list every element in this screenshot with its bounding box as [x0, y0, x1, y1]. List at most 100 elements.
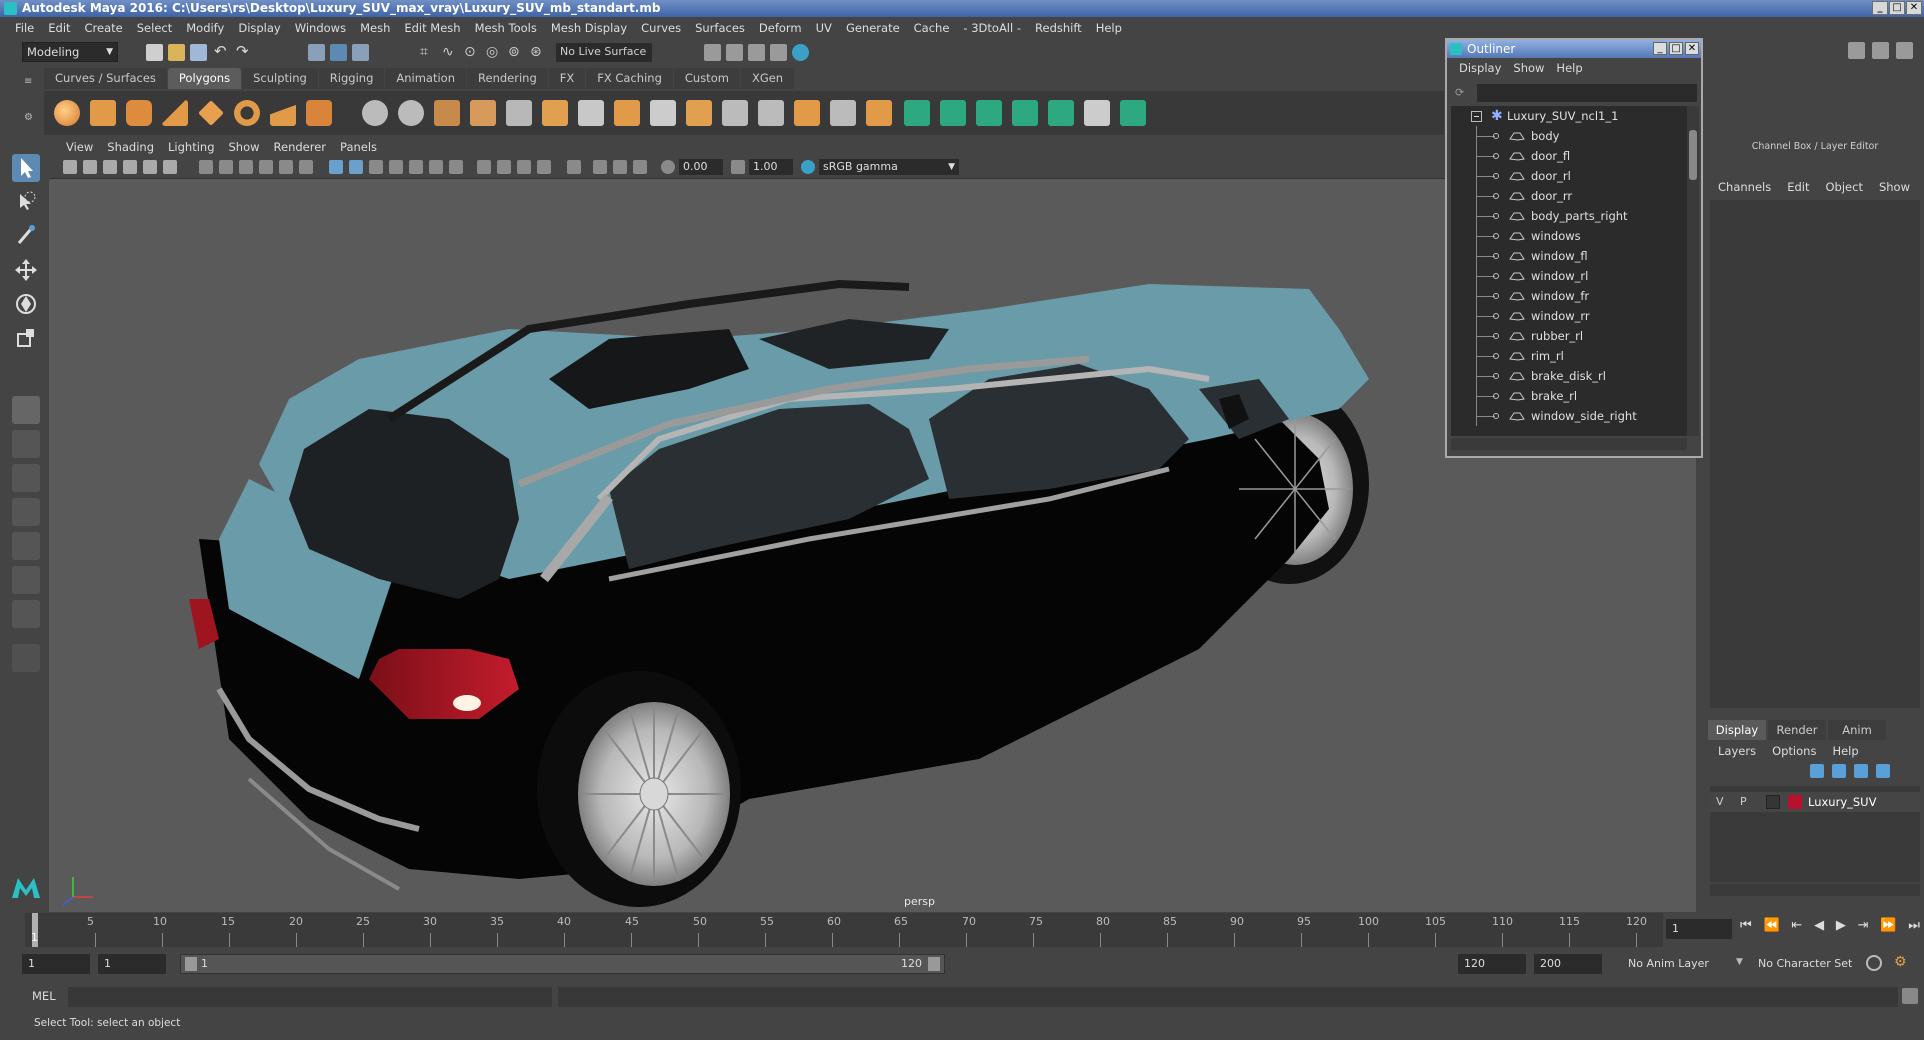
- poly-sphere-icon[interactable]: [54, 100, 80, 126]
- attribute-editor-icon[interactable]: [1872, 42, 1889, 59]
- xray-active-icon[interactable]: [613, 160, 627, 174]
- outliner-root-row[interactable]: ✱ Luxury_SUV_ncl1_1: [1451, 106, 1687, 126]
- animation-start-field[interactable]: 1: [22, 954, 90, 974]
- outliner-item-row[interactable]: rubber_rl: [1451, 326, 1687, 346]
- outliner-close-button[interactable]: ✕: [1685, 42, 1699, 55]
- preferences-icon[interactable]: ⚙: [1894, 955, 1910, 971]
- outliner-search-input[interactable]: [1477, 84, 1697, 102]
- spherical-uv-icon[interactable]: [976, 100, 1002, 126]
- modeling-toolkit-icon[interactable]: [1848, 42, 1865, 59]
- range-end-handle[interactable]: [928, 957, 940, 971]
- select-object-icon[interactable]: [330, 44, 347, 61]
- automatic-uv-icon[interactable]: [1012, 100, 1038, 126]
- gamma-field[interactable]: 1.00: [749, 159, 793, 175]
- menu-mesh[interactable]: Mesh: [353, 21, 397, 35]
- single-perspective-layout-icon[interactable]: [12, 396, 40, 424]
- insert-edge-loop-icon[interactable]: [722, 100, 748, 126]
- menu-generate[interactable]: Generate: [839, 21, 907, 35]
- channel-menu-edit[interactable]: Edit: [1779, 180, 1817, 194]
- xray-icon[interactable]: [389, 160, 403, 174]
- append-polygon-icon[interactable]: [794, 100, 820, 126]
- outliner-item-row[interactable]: rim_rl: [1451, 346, 1687, 366]
- outliner-item-row[interactable]: window_side_right: [1451, 406, 1687, 426]
- menu-modify[interactable]: Modify: [179, 21, 231, 35]
- xray-joints-icon[interactable]: [593, 160, 607, 174]
- menu-windows[interactable]: Windows: [288, 21, 353, 35]
- move-layer-down-icon[interactable]: [1832, 764, 1846, 778]
- select-hierarchy-icon[interactable]: [308, 44, 325, 61]
- exposure-field[interactable]: 0.00: [679, 159, 723, 175]
- step-back-frame-icon[interactable]: ⇤: [1791, 918, 1802, 940]
- outliner-item-row[interactable]: window_rr: [1451, 306, 1687, 326]
- menu-edit-mesh[interactable]: Edit Mesh: [397, 21, 467, 35]
- poly-plane-icon[interactable]: [198, 100, 224, 126]
- outliner-item-row[interactable]: windows: [1451, 226, 1687, 246]
- menu-help[interactable]: Help: [1089, 21, 1129, 35]
- bridge-icon[interactable]: [650, 100, 676, 126]
- gate-mask-icon[interactable]: [259, 160, 273, 174]
- ipr-render-icon[interactable]: [748, 44, 765, 61]
- shelf-tab-curves-surfaces[interactable]: Curves / Surfaces: [44, 68, 167, 89]
- textured-icon[interactable]: [409, 160, 423, 174]
- maximize-button[interactable]: □: [1889, 1, 1905, 15]
- persp-graph-layout-icon[interactable]: [12, 498, 40, 526]
- minimize-button[interactable]: _: [1872, 1, 1888, 15]
- outliner-persp-layout-icon[interactable]: [12, 566, 40, 594]
- exposure-icon[interactable]: [661, 160, 675, 174]
- poly-torus-icon[interactable]: [234, 100, 260, 126]
- shelf-tab-fx-caching[interactable]: FX Caching: [586, 68, 673, 89]
- snap-view-icon[interactable]: ◎: [486, 44, 503, 61]
- outliner-menu-display[interactable]: Display: [1453, 61, 1507, 75]
- layer-menu-options[interactable]: Options: [1764, 744, 1824, 758]
- shelf-tab-polygons[interactable]: Polygons: [167, 68, 242, 89]
- menu-file[interactable]: File: [8, 21, 41, 35]
- scale-tool-icon[interactable]: [12, 324, 40, 352]
- bookmark-icon[interactable]: [103, 160, 117, 174]
- menu-redshift[interactable]: Redshift: [1028, 21, 1089, 35]
- isolate-select-icon[interactable]: [567, 160, 581, 174]
- resolution-gate-icon[interactable]: [239, 160, 253, 174]
- new-layer-icon[interactable]: [1854, 764, 1868, 778]
- channel-menu-show[interactable]: Show: [1871, 180, 1918, 194]
- scrollbar-thumb[interactable]: [1689, 130, 1697, 180]
- play-backward-icon[interactable]: ◀: [1814, 918, 1824, 940]
- persp-uv-layout-icon[interactable]: [12, 600, 40, 628]
- smooth-icon[interactable]: [470, 100, 496, 126]
- menu-create[interactable]: Create: [78, 21, 130, 35]
- range-slider[interactable]: 1 120: [180, 954, 945, 974]
- outliner-item-row[interactable]: window_fr: [1451, 286, 1687, 306]
- undo-icon[interactable]: ↶: [214, 44, 231, 61]
- image-plane-icon[interactable]: [123, 160, 137, 174]
- uv-layout-icon[interactable]: [1120, 100, 1146, 126]
- shelf-tab-xgen[interactable]: XGen: [740, 68, 795, 89]
- channel-box-icon[interactable]: [1896, 42, 1913, 59]
- rotate-tool-icon[interactable]: [12, 290, 40, 318]
- backface-culling-icon[interactable]: [633, 160, 647, 174]
- new-layer-selected-icon[interactable]: [1876, 764, 1890, 778]
- merge-icon[interactable]: [866, 100, 892, 126]
- field-chart-icon[interactable]: [279, 160, 293, 174]
- snap-point-icon[interactable]: ⊙: [464, 44, 481, 61]
- grease-pencil-icon[interactable]: [163, 160, 177, 174]
- motion-blur-icon[interactable]: [497, 160, 511, 174]
- four-view-layout-icon[interactable]: [12, 430, 40, 458]
- close-button[interactable]: ✕: [1906, 1, 1922, 15]
- shelf-tab-rigging[interactable]: Rigging: [318, 68, 385, 89]
- safe-action-icon[interactable]: [299, 160, 313, 174]
- select-component-icon[interactable]: [352, 44, 369, 61]
- separate-icon[interactable]: [398, 100, 424, 126]
- anti-aliasing-icon[interactable]: [517, 160, 531, 174]
- layer-tab-render[interactable]: Render: [1768, 720, 1826, 740]
- layer-display-type-toggle[interactable]: [1766, 795, 1780, 809]
- script-editor-icon[interactable]: [1902, 988, 1918, 1004]
- command-language-label[interactable]: MEL: [32, 989, 56, 1003]
- smooth-shade-icon[interactable]: [349, 160, 363, 174]
- hypershade-icon[interactable]: [792, 44, 809, 61]
- poly-cube-icon[interactable]: [90, 100, 116, 126]
- mode-dropdown[interactable]: Modeling ▼: [22, 42, 118, 62]
- fill-hole-icon[interactable]: [830, 100, 856, 126]
- outliner-minimize-button[interactable]: _: [1653, 42, 1667, 55]
- layer-tab-display[interactable]: Display: [1708, 720, 1766, 740]
- shelf-tab-custom[interactable]: Custom: [673, 68, 740, 89]
- shadows-icon[interactable]: [449, 160, 463, 174]
